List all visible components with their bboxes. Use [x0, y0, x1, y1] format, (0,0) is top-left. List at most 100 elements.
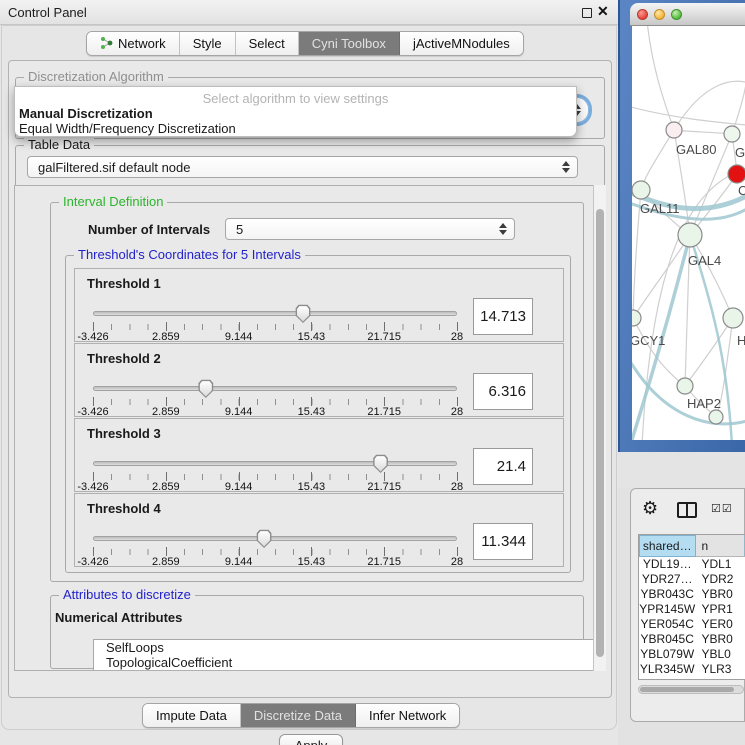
bottom-tab-bar: Impute Data Discretize Data Infer Networ… — [142, 703, 460, 728]
cell[interactable]: YER0 — [695, 617, 745, 632]
table-row[interactable]: YDR27…YDR2 — [639, 572, 745, 587]
threshold-3-label: Threshold 3 — [87, 426, 161, 441]
scrollbar-thumb[interactable] — [596, 209, 604, 657]
table-row[interactable]: YIL053CYIL0 — [639, 677, 745, 680]
table-row[interactable]: YDL19…YDL1 — [639, 557, 745, 572]
tab-label: Style — [193, 36, 222, 51]
threshold-4-slider-track[interactable] — [93, 536, 457, 541]
tick-label: 21.715 — [367, 556, 401, 568]
cell[interactable]: YDR27… — [639, 572, 695, 587]
cell[interactable]: YPR145W — [639, 602, 695, 617]
cell[interactable]: YBR043C — [639, 587, 695, 602]
table-data-fieldset: Table Data galFiltered.sif default node — [15, 145, 605, 187]
threshold-3-block: Threshold 3 -3.426 2.859 9.144 15.43 21.… — [74, 418, 564, 492]
table-row[interactable]: YLR345WYLR3 — [639, 662, 745, 677]
table-row[interactable]: YBL079WYBL0 — [639, 647, 745, 662]
tab-label: Infer Network — [369, 708, 446, 723]
cell[interactable]: YDL19… — [639, 557, 695, 572]
zoom-traffic-light-icon[interactable] — [671, 9, 682, 20]
table-row[interactable]: YBR043CYBR0 — [639, 587, 745, 602]
network-view-window: GAL80GACGAL11GAL4GCY1HHAP2 — [630, 3, 745, 440]
columns-icon[interactable] — [677, 502, 697, 518]
list-item[interactable]: SelfLoops — [94, 640, 598, 655]
algorithm-placeholder-option[interactable]: Select algorithm to view settings — [15, 91, 576, 106]
gear-icon[interactable]: ⚙ — [642, 499, 658, 517]
tab-label: Discretize Data — [254, 708, 342, 723]
table-row[interactable]: YPR145WYPR1 — [639, 602, 745, 617]
svg-text:C: C — [738, 183, 745, 198]
settings-scrollbar[interactable] — [593, 185, 606, 671]
cell[interactable]: YIL053C — [639, 677, 695, 680]
threshold-4-block: Threshold 4 -3.426 2.859 9.144 15.43 21.… — [74, 493, 564, 567]
control-panel-titlebar: Control Panel ✕ — [0, 0, 618, 25]
slider-ticks — [93, 474, 458, 480]
tab-cyni-toolbox[interactable]: Cyni Toolbox — [299, 32, 400, 55]
column-header-shared-name[interactable]: shared… — [639, 535, 696, 557]
cell[interactable]: YLR3 — [695, 662, 745, 677]
cell[interactable]: YPR1 — [695, 602, 745, 617]
threshold-3-value-field[interactable]: 21.4 — [473, 448, 533, 485]
table-horizontal-scrollbar[interactable] — [638, 685, 744, 694]
tab-select[interactable]: Select — [236, 32, 299, 55]
tick-label: 9.144 — [225, 481, 253, 493]
cell[interactable]: YBL0 — [695, 647, 745, 662]
tick-label: 2.859 — [152, 556, 180, 568]
table-data-combobox[interactable]: galFiltered.sif default node — [27, 156, 578, 178]
tab-label: Select — [249, 36, 285, 51]
select-columns-checkboxes-icon[interactable]: ☑☑ — [711, 502, 733, 515]
cell[interactable]: YIL0 — [695, 677, 745, 680]
tick-label: 15.43 — [298, 331, 326, 343]
column-header-name[interactable]: n — [696, 535, 745, 557]
number-of-intervals-combobox[interactable]: 5 — [225, 218, 515, 240]
node-table: shared… n YDL19…YDL1 YDR27…YDR2 YBR043CY… — [638, 534, 745, 680]
tab-discretize-data[interactable]: Discretize Data — [241, 704, 356, 727]
threshold-2-value-field[interactable]: 6.316 — [473, 373, 533, 410]
cell[interactable]: YDL1 — [695, 557, 745, 572]
threshold-4-slider-thumb[interactable] — [256, 529, 272, 548]
threshold-1-slider-track[interactable] — [93, 311, 457, 316]
minimize-traffic-light-icon[interactable] — [654, 9, 665, 20]
tab-jactivemnodules[interactable]: jActiveMNodules — [400, 32, 523, 55]
network-canvas[interactable]: GAL80GACGAL11GAL4GCY1HHAP2 — [632, 26, 745, 440]
table-row[interactable]: YBR045CYBR0 — [639, 632, 745, 647]
close-traffic-light-icon[interactable] — [637, 9, 648, 20]
tick-label: 9.144 — [225, 406, 253, 418]
threshold-1-slider-thumb[interactable] — [295, 304, 311, 323]
tab-label: Impute Data — [156, 708, 227, 723]
numerical-attributes-list[interactable]: SelfLoops TopologicalCoefficient Between… — [93, 639, 598, 671]
cell[interactable]: YDR2 — [695, 572, 745, 587]
scrollbar-thumb[interactable] — [640, 687, 734, 692]
threshold-1-value-field[interactable]: 14.713 — [473, 298, 533, 335]
float-window-icon[interactable] — [582, 8, 592, 18]
threshold-2-slider-track[interactable] — [93, 386, 457, 391]
threshold-3-slider-track[interactable] — [93, 461, 457, 466]
algorithm-option-manual[interactable]: Manual Discretization — [19, 106, 153, 121]
cell[interactable]: YER054C — [639, 617, 695, 632]
network-window-titlebar — [630, 3, 745, 26]
threshold-2-block: Threshold 2 -3.426 2.859 9.144 15.43 21.… — [74, 343, 564, 417]
cell[interactable]: YBR045C — [639, 632, 695, 647]
svg-text:GCY1: GCY1 — [632, 333, 665, 348]
list-item[interactable]: BetweennessCentrality — [94, 670, 598, 671]
close-icon[interactable]: ✕ — [597, 3, 609, 20]
cell[interactable]: YBL079W — [639, 647, 695, 662]
threshold-3-slider-thumb[interactable] — [373, 454, 389, 473]
tick-label: 2.859 — [152, 481, 180, 493]
threshold-2-slider-thumb[interactable] — [198, 379, 214, 398]
table-row[interactable]: YER054CYER0 — [639, 617, 745, 632]
threshold-4-value-field[interactable]: 11.344 — [473, 523, 533, 560]
apply-button[interactable]: Apply — [279, 734, 343, 745]
tab-label: Network — [118, 36, 166, 51]
cell[interactable]: YBR0 — [695, 587, 745, 602]
tick-label: 9.144 — [225, 556, 253, 568]
tab-impute-data[interactable]: Impute Data — [143, 704, 241, 727]
tab-network[interactable]: Network — [87, 32, 180, 55]
cell[interactable]: YLR345W — [639, 662, 695, 677]
algorithm-option-equal-width[interactable]: Equal Width/Frequency Discretization — [19, 121, 236, 136]
svg-text:HAP2: HAP2 — [687, 396, 721, 411]
number-of-intervals-value: 5 — [236, 222, 243, 237]
tab-style[interactable]: Style — [180, 32, 236, 55]
list-item[interactable]: TopologicalCoefficient — [94, 655, 598, 670]
cell[interactable]: YBR0 — [695, 632, 745, 647]
tab-infer-network[interactable]: Infer Network — [356, 704, 459, 727]
